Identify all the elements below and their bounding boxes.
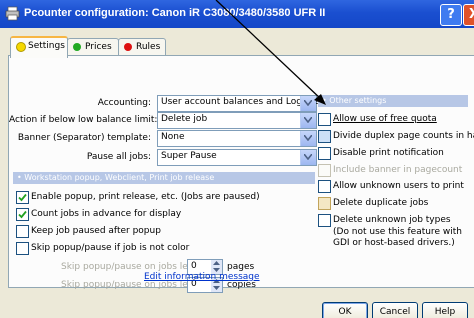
tab-prices-label: Prices bbox=[85, 42, 112, 52]
banner-select[interactable]: None bbox=[157, 130, 317, 147]
help-title-button[interactable]: ? bbox=[440, 4, 462, 26]
gdi-note-line1: (Do not use this feature with bbox=[333, 227, 462, 237]
disable-notification-checkbox[interactable] bbox=[318, 147, 331, 160]
banner-value: None bbox=[161, 132, 185, 142]
keep-paused-label: Keep job paused after popup bbox=[31, 226, 161, 236]
spin-down-icon[interactable] bbox=[211, 285, 222, 292]
unknown-users-checkbox[interactable] bbox=[318, 180, 331, 193]
checkmark-icon bbox=[18, 210, 27, 219]
accounting-label: Accounting: bbox=[97, 98, 151, 108]
window-title: Pcounter configuration: Canon iR C3080/3… bbox=[24, 7, 326, 19]
popup-section-title: • Workstation popup, Webclient, Print jo… bbox=[17, 173, 215, 182]
count-jobs-label: Count jobs in advance for display bbox=[31, 209, 182, 219]
yellow-dot-icon bbox=[16, 42, 26, 52]
chevron-down-icon[interactable] bbox=[300, 96, 316, 111]
dialog-window: Pcounter configuration: Canon iR C3080/3… bbox=[0, 0, 474, 318]
other-section-title-text: Other settings bbox=[329, 96, 387, 105]
other-section-title: • Other settings bbox=[322, 96, 387, 105]
popup-section-title-text: Workstation popup, Webclient, Print job … bbox=[24, 173, 215, 182]
chevron-down-icon[interactable] bbox=[300, 131, 316, 146]
free-quota-checkbox[interactable] bbox=[318, 113, 331, 126]
printer-icon bbox=[5, 6, 20, 21]
enable-popup-checkbox[interactable] bbox=[16, 191, 29, 204]
pause-select[interactable]: Super Pause bbox=[157, 149, 317, 166]
accounting-value: User account balances and Log File bbox=[161, 97, 320, 107]
low-balance-value: Delete job bbox=[161, 114, 208, 124]
delete-unknown-types-checkbox[interactable] bbox=[318, 214, 331, 227]
chevron-down-icon[interactable] bbox=[300, 150, 316, 165]
dialog-body: Settings Prices Rules Accounting: User a… bbox=[0, 28, 474, 318]
banner-label: Banner (Separator) template: bbox=[17, 133, 151, 143]
count-jobs-checkbox[interactable] bbox=[16, 208, 29, 221]
delete-unknown-types-label: Delete unknown job types bbox=[333, 215, 451, 225]
include-banner-checkbox[interactable] bbox=[318, 164, 331, 177]
pause-value: Super Pause bbox=[161, 151, 217, 161]
low-balance-select[interactable]: Delete job bbox=[157, 112, 317, 129]
skip-pages-value: 0 bbox=[191, 261, 197, 271]
free-quota-label: Allow use of free quota bbox=[333, 114, 437, 124]
delete-duplicate-checkbox[interactable] bbox=[318, 197, 331, 210]
gdi-note-line2: GDI or host-based drivers.) bbox=[333, 238, 455, 248]
tab-rules-label: Rules bbox=[136, 42, 161, 52]
unknown-users-label: Allow unknown users to print bbox=[333, 181, 464, 191]
divide-duplex-label: Divide duplex page counts in half bbox=[333, 131, 474, 141]
checkmark-icon bbox=[18, 193, 27, 202]
pause-label: Pause all jobs: bbox=[86, 152, 151, 162]
tab-prices[interactable]: Prices bbox=[67, 38, 119, 56]
low-balance-label: Action if below low balance limit: bbox=[9, 115, 158, 125]
skip-not-color-checkbox[interactable] bbox=[16, 242, 29, 255]
popup-section-header: • Workstation popup, Webclient, Print jo… bbox=[13, 172, 315, 184]
ok-button[interactable]: OK bbox=[322, 302, 368, 318]
disable-notification-label: Disable print notification bbox=[333, 148, 444, 158]
spin-up-icon[interactable] bbox=[211, 260, 222, 267]
tab-settings-label: Settings bbox=[28, 41, 65, 51]
green-dot-icon bbox=[73, 43, 81, 51]
cancel-button[interactable]: Cancel bbox=[372, 302, 418, 318]
other-section-header: • Other settings bbox=[318, 95, 468, 107]
skip-pages-unit: pages bbox=[227, 262, 255, 272]
accounting-select[interactable]: User account balances and Log File bbox=[157, 95, 320, 112]
red-dot-icon bbox=[124, 43, 132, 51]
divide-duplex-checkbox[interactable] bbox=[318, 130, 331, 143]
tab-rules[interactable]: Rules bbox=[118, 38, 166, 56]
title-bar[interactable]: Pcounter configuration: Canon iR C3080/3… bbox=[0, 0, 474, 28]
edit-information-message-link[interactable]: Edit information message bbox=[144, 272, 260, 282]
tab-settings[interactable]: Settings bbox=[10, 36, 68, 58]
chevron-down-icon[interactable] bbox=[300, 113, 316, 128]
include-banner-label: Include banner in pagecount bbox=[333, 165, 463, 175]
close-button[interactable]: X bbox=[463, 4, 474, 26]
skip-not-color-label: Skip popup/pause if job is not color bbox=[31, 243, 190, 253]
delete-duplicate-label: Delete duplicate jobs bbox=[333, 198, 429, 208]
settings-panel: Accounting: User account balances and Lo… bbox=[8, 55, 474, 293]
help-button[interactable]: Help bbox=[422, 302, 468, 318]
enable-popup-label: Enable popup, print release, etc. (Jobs … bbox=[31, 192, 260, 202]
keep-paused-checkbox[interactable] bbox=[16, 225, 29, 238]
